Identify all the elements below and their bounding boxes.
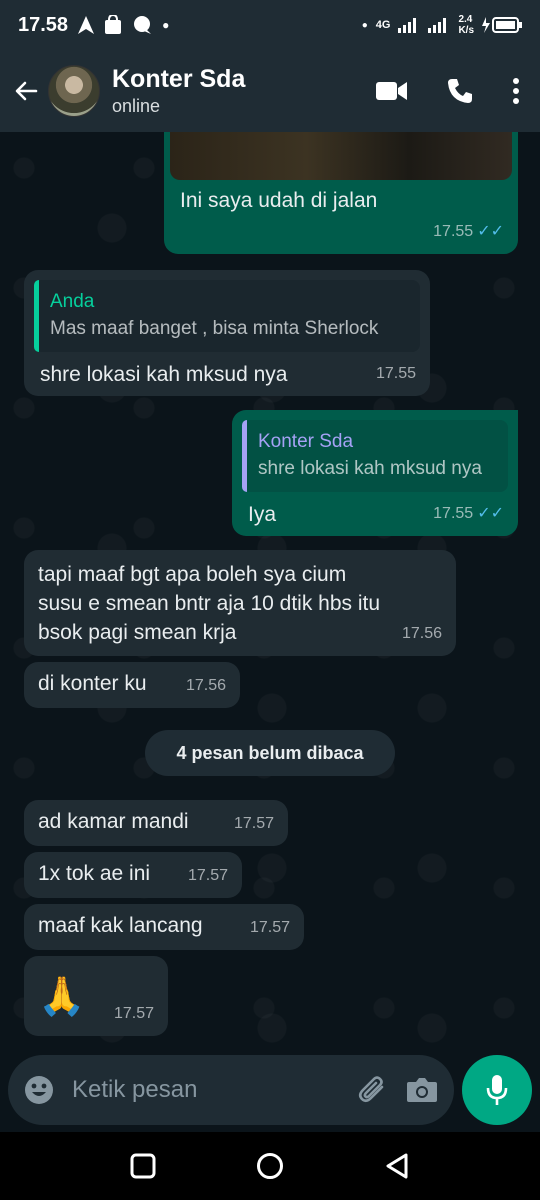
- message-text-line: susu e smean bntr aja 10 dtik hbs itu: [38, 592, 381, 615]
- quoted-text: shre lokasi kah mksud nya: [258, 458, 482, 479]
- message-time: 17.57: [113, 1005, 154, 1022]
- message-bubble-incoming[interactable]: 1x tok ae ini 17.57: [24, 852, 242, 898]
- contact-status: online: [112, 96, 161, 116]
- read-ticks-icon: ✓✓: [477, 223, 504, 240]
- signal-icon: [428, 18, 447, 33]
- message-time: 17.55: [375, 365, 416, 382]
- message-bubble-outgoing[interactable]: Konter Sda shre lokasi kah mksud nya Iya…: [232, 410, 518, 536]
- attach-icon[interactable]: [358, 1075, 388, 1105]
- message-bubble-incoming[interactable]: maaf kak lancang 17.57: [24, 904, 304, 950]
- read-ticks-icon: ✓✓: [477, 505, 504, 522]
- quoted-message[interactable]: Konter Sda shre lokasi kah mksud nya: [242, 420, 508, 492]
- message-input-container[interactable]: Ketik pesan: [8, 1055, 454, 1125]
- message-bubble-incoming[interactable]: ad kamar mandi 17.57: [24, 800, 288, 846]
- message-text: shre lokasi kah mksud nya: [40, 363, 288, 386]
- message-time: 17.56: [401, 625, 442, 642]
- dot-icon: ●: [361, 19, 368, 31]
- camera-icon[interactable]: [406, 1076, 438, 1104]
- mic-button[interactable]: [462, 1055, 532, 1125]
- message-time: 17.55 ✓✓: [433, 217, 504, 246]
- network-type: 4G: [375, 19, 391, 31]
- message-bubble-outgoing[interactable]: Ini saya udah di jalan 17.55 ✓✓: [164, 132, 518, 254]
- chat-area[interactable]: Ini saya udah di jalan 17.55 ✓✓ Anda Mas …: [0, 132, 540, 1048]
- composer-bar: Ketik pesan: [0, 1048, 540, 1132]
- dot-icon: ●: [162, 18, 170, 32]
- message-bubble-incoming[interactable]: di konter ku 17.56: [24, 662, 240, 708]
- status-time: 17.58: [18, 13, 69, 36]
- unread-messages-banner: 4 pesan belum dibaca: [145, 730, 395, 776]
- message-text-line: tapi maaf bgt apa boleh sya cium: [38, 563, 347, 586]
- message-time: 17.57: [233, 815, 274, 832]
- signal-icon: [398, 18, 417, 33]
- message-text: Ini saya udah di jalan: [180, 189, 378, 212]
- system-nav-bar: [0, 1132, 540, 1200]
- battery-charging-icon: [482, 17, 522, 33]
- emoji-icon[interactable]: [24, 1075, 54, 1105]
- image-preview[interactable]: [170, 132, 512, 180]
- nav-home-icon[interactable]: [256, 1152, 284, 1180]
- video-call-icon[interactable]: [376, 80, 408, 102]
- quoted-sender: Konter Sda: [258, 431, 354, 452]
- phone-icon[interactable]: [446, 77, 474, 105]
- quoted-text: Mas maaf banget , bisa minta Sherlock: [50, 318, 379, 339]
- mic-icon: [486, 1075, 508, 1105]
- message-time: 17.57: [249, 919, 290, 936]
- back-arrow-icon[interactable]: [14, 79, 38, 103]
- message-input[interactable]: Ketik pesan: [72, 1076, 340, 1104]
- navigation-arrow-icon: [78, 16, 95, 34]
- message-bubble-incoming[interactable]: tapi maaf bgt apa boleh sya cium susu e …: [24, 550, 456, 656]
- chat-bubble-icon: [134, 16, 152, 34]
- message-time: 17.55 ✓✓: [433, 499, 504, 528]
- quoted-sender: Anda: [50, 291, 95, 312]
- nav-back-icon[interactable]: [384, 1152, 410, 1180]
- more-icon[interactable]: [512, 78, 520, 104]
- status-bar: 17.58 ● ● 4G 2.4 K/s: [0, 0, 540, 50]
- message-time: 17.56: [185, 677, 226, 694]
- quoted-message[interactable]: Anda Mas maaf banget , bisa minta Sherlo…: [34, 280, 420, 352]
- message-bubble-incoming[interactable]: Anda Mas maaf banget , bisa minta Sherlo…: [24, 270, 430, 396]
- shop-bag-icon: [105, 15, 122, 34]
- contact-name: Konter Sda: [112, 65, 246, 93]
- contact-info[interactable]: Konter Sda online: [112, 65, 245, 117]
- net-speed: 2.4 K/s: [458, 14, 474, 36]
- avatar[interactable]: [48, 65, 100, 117]
- message-time: 17.57: [187, 867, 228, 884]
- nav-recents-icon[interactable]: [130, 1153, 156, 1179]
- chat-header: Konter Sda online: [0, 50, 540, 132]
- message-text-line: bsok pagi smean krja: [38, 621, 237, 644]
- message-bubble-incoming[interactable]: 🙏 17.57: [24, 956, 168, 1036]
